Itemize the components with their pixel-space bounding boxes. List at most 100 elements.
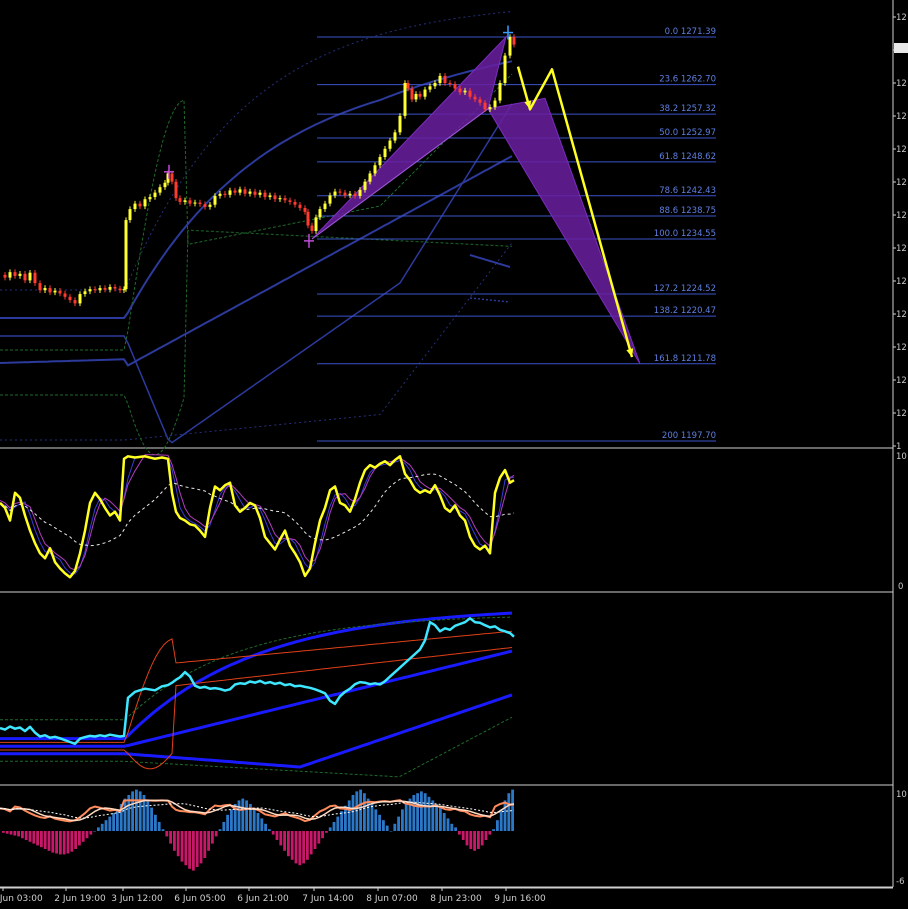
candle-body — [103, 288, 107, 290]
fib-level-label: 61.8 1248.62 — [659, 152, 716, 162]
band-indicator-panel — [0, 611, 515, 778]
current-price-marker — [894, 43, 908, 53]
time-axis-label: 2 Jun 03:00 — [0, 894, 43, 904]
candle-body — [323, 203, 327, 210]
candle-body — [158, 187, 162, 193]
histogram-bar — [268, 829, 271, 831]
fib-level-label: 100.0 1234.55 — [654, 229, 716, 239]
histogram-bar — [393, 823, 397, 831]
histogram-bar — [420, 791, 423, 831]
price-axis-label: 12 — [896, 13, 907, 23]
histogram-bar — [370, 804, 374, 831]
candle-body — [414, 93, 418, 100]
fib-level-label: 50.0 1252.97 — [659, 128, 716, 138]
histogram-bar — [321, 831, 324, 839]
fib-price: 1242.43 — [681, 186, 716, 196]
candle-body — [303, 207, 307, 212]
time-axis-label: 9 Jun 16:00 — [494, 894, 546, 904]
histogram-bar — [450, 823, 454, 831]
fib-price: 1224.52 — [681, 284, 716, 294]
candle-body — [398, 115, 402, 133]
histogram-bar — [93, 831, 96, 832]
price-axis-label: 12 — [896, 244, 907, 254]
candle-body — [108, 286, 112, 290]
fib-ratio: 200 — [662, 431, 678, 441]
band-middle — [0, 649, 513, 748]
candle-body — [48, 288, 52, 293]
candle-body — [348, 193, 352, 196]
candle-body — [143, 199, 147, 207]
histogram-bar — [180, 831, 184, 862]
candle-body — [333, 191, 337, 196]
candle-body — [113, 286, 117, 289]
oscillator-axis-label: 10 — [896, 452, 907, 462]
histogram-bar — [59, 831, 62, 855]
histogram-bar — [496, 820, 499, 831]
channel-upper-segment — [469, 254, 511, 268]
fib-level-label: 38.2 1257.32 — [659, 104, 716, 114]
histogram-bar — [484, 831, 488, 840]
histogram-bar — [32, 831, 36, 844]
candle-body — [418, 93, 422, 97]
price-candles — [3, 25, 516, 307]
time-axis-label: 8 Jun 07:00 — [366, 894, 418, 904]
histogram-bar — [435, 804, 438, 831]
histogram-bar — [5, 831, 9, 834]
histogram-bar — [503, 800, 507, 831]
candle-body — [393, 132, 397, 141]
histogram-bar — [131, 791, 134, 831]
histogram-bar — [260, 818, 264, 831]
candle-body — [483, 102, 487, 110]
candle-body — [353, 193, 357, 196]
fib-price: 1262.70 — [681, 75, 716, 85]
candle-body — [138, 203, 142, 207]
histogram-bar — [507, 793, 511, 831]
histogram-bar — [161, 829, 165, 831]
candle-body — [314, 217, 318, 232]
candle-body — [423, 89, 427, 97]
histogram-bar — [423, 793, 427, 831]
histogram-bar — [135, 789, 138, 831]
histogram-bar — [104, 820, 108, 831]
histogram-bar — [241, 798, 245, 831]
candle-body — [433, 82, 437, 87]
histogram-bar — [78, 831, 81, 846]
oscillator-signal-blue — [0, 456, 515, 575]
fib-ratio: 38.2 — [659, 104, 678, 114]
time-axis-label: 6 Jun 21:00 — [237, 894, 289, 904]
fib-ratio: 23.6 — [659, 75, 678, 85]
lower-band — [0, 103, 513, 444]
fib-ratio: 61.8 — [659, 152, 678, 162]
histogram-bar — [401, 809, 404, 831]
histogram-bar — [154, 814, 157, 831]
candle-body — [263, 192, 267, 198]
candle-body — [278, 198, 282, 200]
candle-body — [512, 36, 516, 45]
candle-body — [473, 96, 477, 100]
histogram-bar — [199, 831, 203, 864]
histogram-bar — [412, 795, 416, 831]
candle-body — [498, 82, 502, 101]
candle-body — [318, 209, 322, 218]
histogram-bar — [446, 818, 450, 831]
price-axis-label: 12 — [896, 79, 907, 89]
histogram-bar — [488, 831, 492, 835]
histogram-bar — [465, 831, 469, 846]
histogram-bar — [176, 831, 180, 857]
candle-body — [288, 200, 292, 202]
histogram-bar — [24, 831, 28, 840]
candle-body — [228, 190, 232, 195]
candle-body — [478, 99, 482, 103]
histogram-bar — [332, 822, 336, 831]
histogram-bar — [439, 807, 442, 831]
candle-body — [208, 204, 212, 207]
candle-body — [88, 289, 92, 292]
histogram-bar — [461, 831, 465, 840]
chart-canvas: 0.0 1271.39 23.6 1262.70 38.2 1257.32 50.0 … — [0, 0, 908, 904]
fib-ratio: 138.2 — [654, 306, 678, 316]
histogram-bar — [211, 831, 214, 844]
candle-body — [13, 272, 17, 276]
candle-body — [488, 107, 492, 110]
price-axis-label: 12 — [896, 211, 907, 221]
histogram-bar — [2, 831, 5, 833]
